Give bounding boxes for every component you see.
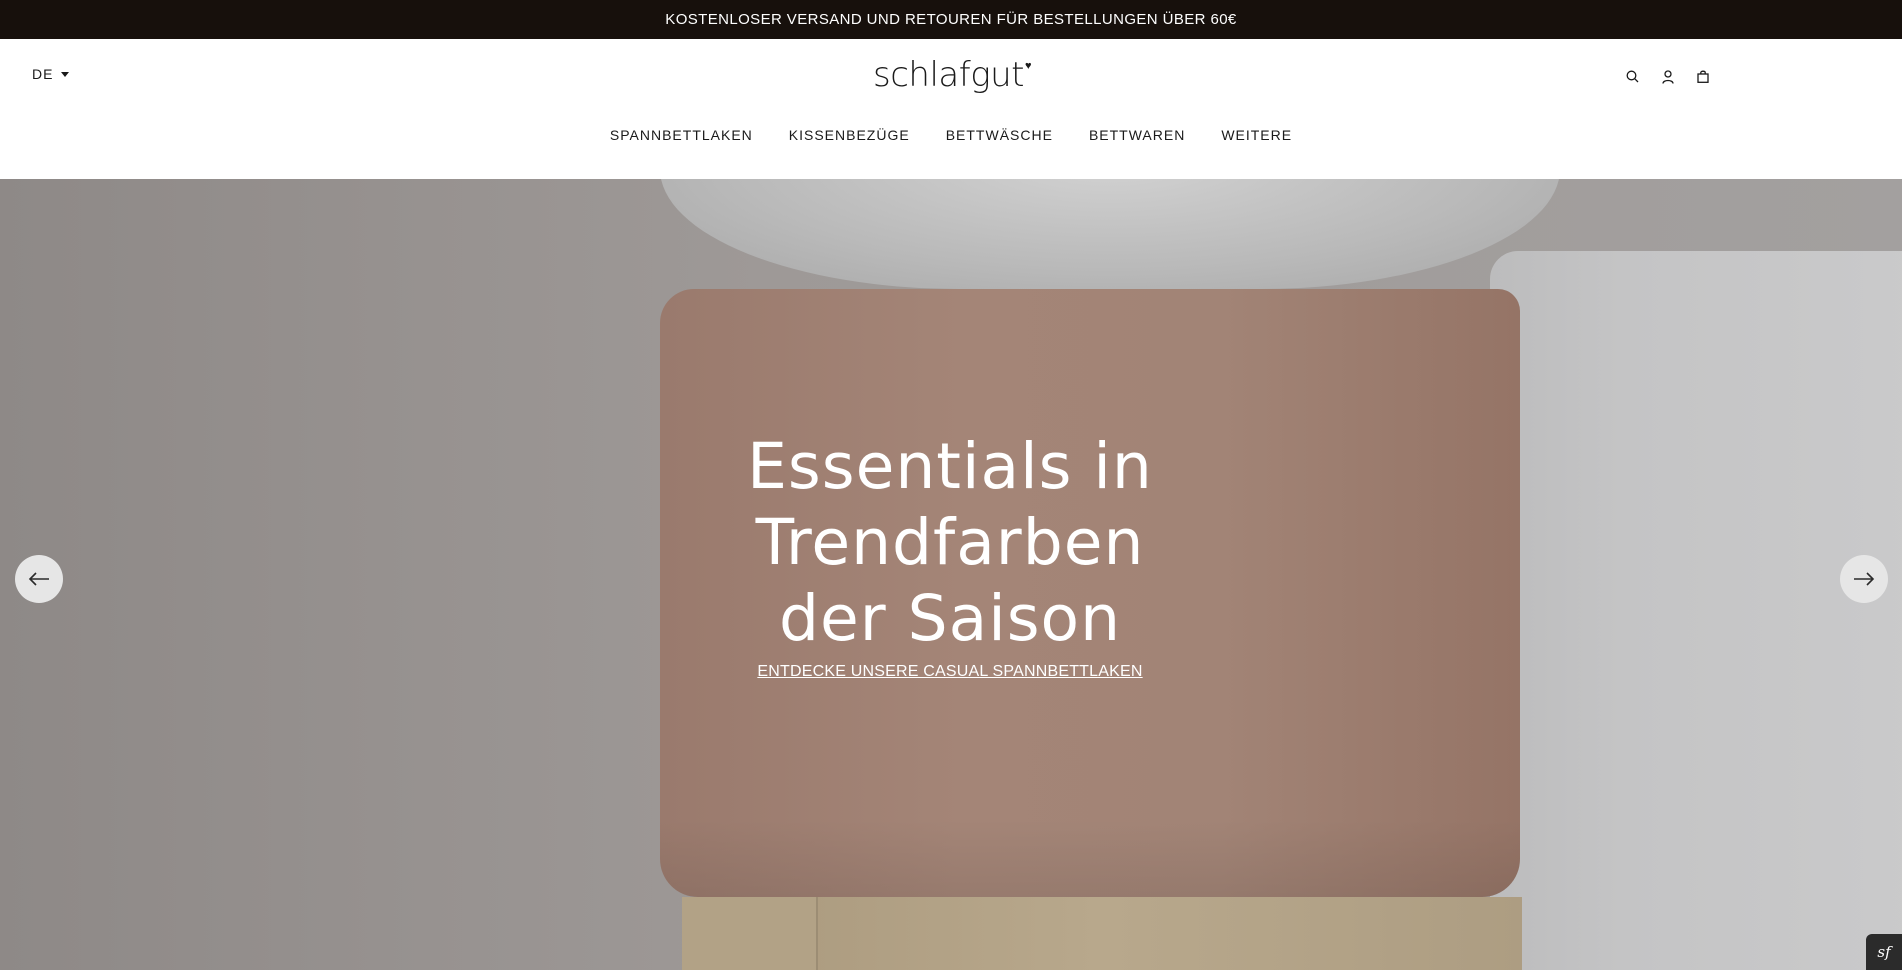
logo-text: schlafgut — [873, 55, 1025, 95]
hero-banner: Essentials in Trendfarben der Saison ENT… — [0, 179, 1902, 970]
logo-heart-icon: ♥ — [1025, 59, 1032, 72]
announcement-bar: KOSTENLOSER VERSAND UND RETOUREN FÜR BES… — [0, 0, 1902, 39]
hero-image-sheet — [1490, 251, 1902, 970]
nav-item-weitere[interactable]: WEITERE — [1221, 127, 1292, 143]
header-icons — [1625, 68, 1710, 85]
account-icon[interactable] — [1660, 68, 1675, 85]
hero-title: Essentials in Trendfarben der Saison — [740, 429, 1160, 657]
hero-title-line: der Saison — [778, 582, 1122, 655]
language-label: DE — [32, 66, 54, 82]
hero-image-bed-leg — [682, 897, 818, 970]
caret-down-icon — [61, 72, 70, 77]
hero-title-line: Trendfarben — [755, 506, 1145, 579]
nav-item-bettwaren[interactable]: BETTWAREN — [1089, 127, 1185, 143]
announcement-text: KOSTENLOSER VERSAND UND RETOUREN FÜR BES… — [665, 11, 1237, 28]
badge-text: sf — [1877, 943, 1891, 961]
site-header: DE schlafgut ♥ SPANNBETTLAKEN KISSENBEZÜ… — [0, 39, 1902, 179]
arrow-right-icon — [1854, 572, 1875, 586]
language-selector[interactable]: DE — [32, 66, 70, 82]
arrow-left-icon — [28, 572, 49, 586]
main-navigation: SPANNBETTLAKEN KISSENBEZÜGE BETTWÄSCHE B… — [0, 127, 1902, 143]
nav-item-spannbettlaken[interactable]: SPANNBETTLAKEN — [610, 127, 753, 143]
nav-item-bettwaesche[interactable]: BETTWÄSCHE — [946, 127, 1053, 143]
nav-item-kissenbezuege[interactable]: KISSENBEZÜGE — [789, 127, 910, 143]
logo[interactable]: schlafgut ♥ — [873, 55, 1032, 99]
hero-title-line: Essentials in — [747, 430, 1153, 503]
hero-cta-link[interactable]: ENTDECKE UNSERE CASUAL SPANNBETTLAKEN — [757, 663, 1142, 681]
cart-icon[interactable] — [1695, 68, 1710, 85]
hero-content: Essentials in Trendfarben der Saison ENT… — [740, 429, 1160, 681]
hero-image-shadow — [660, 819, 1520, 897]
corner-badge[interactable]: sf — [1866, 934, 1902, 970]
carousel-prev-button[interactable] — [15, 555, 63, 603]
search-icon[interactable] — [1625, 68, 1640, 85]
carousel-next-button[interactable] — [1840, 555, 1888, 603]
